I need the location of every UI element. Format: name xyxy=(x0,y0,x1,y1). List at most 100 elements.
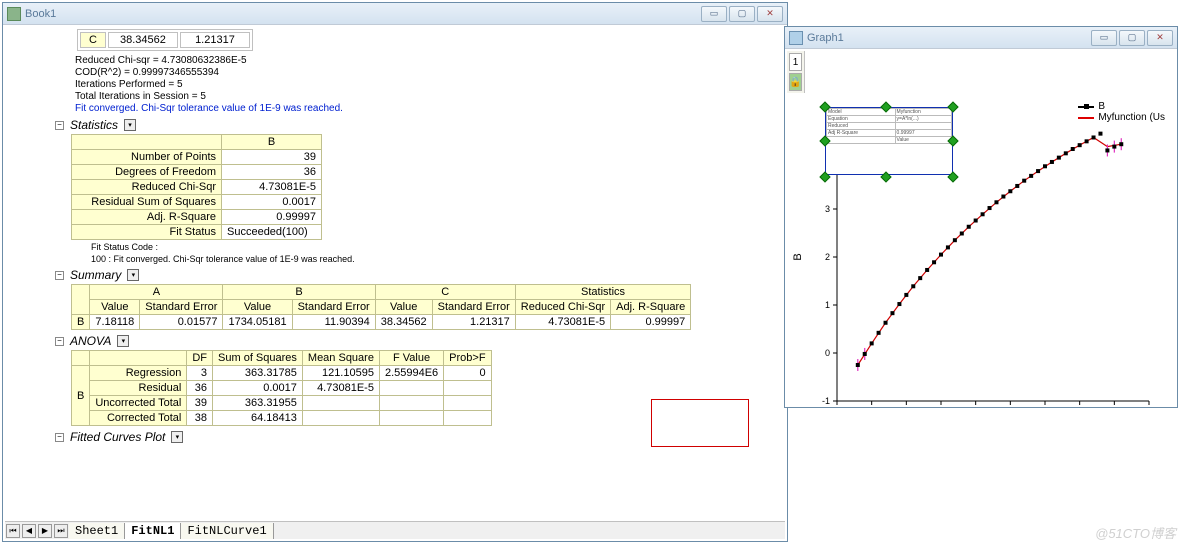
anova-rowlabel: Residual xyxy=(90,381,187,396)
minimize-button[interactable]: ▭ xyxy=(1091,30,1117,46)
graph-layer-tabs: 1 🔒 xyxy=(787,51,805,93)
anova-col: Prob>F xyxy=(444,351,491,366)
svg-text:-1: -1 xyxy=(822,396,830,406)
plot-area[interactable]: 250300350400450500550600650700-1012345tB… xyxy=(787,93,1175,405)
param-c-value: 38.34562 xyxy=(108,32,178,48)
close-button[interactable]: ✕ xyxy=(1147,30,1173,46)
statistics-title: Statistics xyxy=(70,118,118,132)
sum-col: Adj. R-Square xyxy=(611,300,691,315)
fitstatus-note2: 100 : Fit converged. Chi-Sqr tolerance v… xyxy=(91,254,783,264)
svg-text:0: 0 xyxy=(825,348,830,358)
stats-value: 0.99997 xyxy=(222,210,322,225)
tab-nav-first[interactable]: ⏮ xyxy=(6,524,20,538)
sum-val: 11.90394 xyxy=(292,315,375,330)
collapse-summary[interactable]: − xyxy=(55,271,64,280)
graph1-titlebar[interactable]: Graph1 ▭ ▢ ✕ xyxy=(785,27,1177,49)
anova-table: DF Sum of Squares Mean Square F Value Pr… xyxy=(71,350,492,426)
sheet-tabs: ⏮ ◀ ▶ ⏭ Sheet1 FitNL1 FitNLCurve1 xyxy=(5,521,785,539)
info-converged: Fit converged. Chi-Sqr tolerance value o… xyxy=(75,103,783,114)
stats-value: 36 xyxy=(222,165,322,180)
svg-text:3: 3 xyxy=(825,204,830,214)
sum-grp-a: A xyxy=(90,285,223,300)
book1-content: C 38.34562 1.21317 Reduced Chi-sqr = 4.7… xyxy=(5,27,785,521)
info-total-iter: Total Iterations in Session = 5 xyxy=(75,91,783,102)
sum-col: Value xyxy=(375,300,432,315)
tab-sheet1[interactable]: Sheet1 xyxy=(69,523,125,539)
stats-col-b: B xyxy=(222,135,322,150)
sum-val: 0.99997 xyxy=(611,315,691,330)
sum-col: Value xyxy=(90,300,140,315)
fitted-title: Fitted Curves Plot xyxy=(70,430,165,444)
info-iter: Iterations Performed = 5 xyxy=(75,79,783,90)
statistics-dropdown[interactable]: ▾ xyxy=(124,119,136,131)
svg-text:B: B xyxy=(792,253,804,260)
sum-val: 38.34562 xyxy=(375,315,432,330)
sum-col: Reduced Chi-Sqr xyxy=(515,300,610,315)
info-cod: COD(R^2) = 0.99997346555394 xyxy=(75,67,783,78)
anova-dropdown[interactable]: ▾ xyxy=(117,335,129,347)
anova-col: DF xyxy=(187,351,213,366)
param-c-error: 1.21317 xyxy=(180,32,250,48)
stats-row: Residual Sum of Squares xyxy=(72,195,222,210)
fitted-dropdown[interactable]: ▾ xyxy=(171,431,183,443)
sum-col: Standard Error xyxy=(140,300,223,315)
tab-nav-next[interactable]: ▶ xyxy=(38,524,52,538)
summary-table: A B C Statistics ValueStandard Error Val… xyxy=(71,284,691,330)
stats-value: 39 xyxy=(222,150,322,165)
stats-value: Succeeded(100) xyxy=(222,225,322,240)
sum-col: Value xyxy=(223,300,292,315)
anova-col: Sum of Squares xyxy=(213,351,303,366)
legend-swatch-b xyxy=(1078,106,1094,108)
anova-rowlabel: Uncorrected Total xyxy=(90,396,187,411)
tab-fitnl1[interactable]: FitNL1 xyxy=(125,523,181,539)
tab-fitnlcurve1[interactable]: FitNLCurve1 xyxy=(181,523,273,539)
fitstatus-note1: Fit Status Code : xyxy=(91,242,783,252)
param-c-label: C xyxy=(80,32,106,48)
stats-row: Degrees of Freedom xyxy=(72,165,222,180)
sum-grp-b: B xyxy=(223,285,375,300)
maximize-button[interactable]: ▢ xyxy=(1119,30,1145,46)
summary-dropdown[interactable]: ▾ xyxy=(127,269,139,281)
book1-window: Book1 ▭ ▢ ✕ C 38.34562 1.21317 Reduced C… xyxy=(2,2,788,542)
svg-text:2: 2 xyxy=(825,252,830,262)
maximize-button[interactable]: ▢ xyxy=(729,6,755,22)
lock-icon[interactable]: 🔒 xyxy=(789,73,802,91)
sum-grp-c: C xyxy=(375,285,515,300)
close-button[interactable]: ✕ xyxy=(757,6,783,22)
minimize-button[interactable]: ▭ xyxy=(701,6,727,22)
stats-row: Number of Points xyxy=(72,150,222,165)
legend-label-fit: Myfunction (Us xyxy=(1098,112,1165,123)
anova-col: Mean Square xyxy=(302,351,379,366)
layer-tab-1[interactable]: 1 xyxy=(789,53,802,71)
sum-rowlabel: B xyxy=(72,315,90,330)
anova-group: B xyxy=(72,366,90,426)
collapse-statistics[interactable]: − xyxy=(55,121,64,130)
sum-col: Standard Error xyxy=(432,300,515,315)
stats-value: 4.73081E-5 xyxy=(222,180,322,195)
sum-val: 4.73081E-5 xyxy=(515,315,610,330)
stats-row: Adj. R-Square xyxy=(72,210,222,225)
stats-row: Reduced Chi-Sqr xyxy=(72,180,222,195)
tab-nav-last[interactable]: ⏭ xyxy=(54,524,68,538)
summary-title: Summary xyxy=(70,268,121,282)
graph1-window: Graph1 ▭ ▢ ✕ 1 🔒 25030035040045050055060… xyxy=(784,26,1178,408)
collapse-fitted[interactable]: − xyxy=(55,433,64,442)
tab-nav-prev[interactable]: ◀ xyxy=(22,524,36,538)
book1-title: Book1 xyxy=(25,8,701,20)
sum-grp-stats: Statistics xyxy=(515,285,690,300)
sum-val: 0.01577 xyxy=(140,315,223,330)
anova-rowlabel: Corrected Total xyxy=(90,411,187,426)
workbook-icon xyxy=(7,7,21,21)
legend[interactable]: B Myfunction (Us xyxy=(1078,101,1165,123)
fit-info-inset[interactable]: ModelMyfunction Equationy=A*ln(...) Redu… xyxy=(825,107,953,175)
anova-title: ANOVA xyxy=(70,334,111,348)
legend-swatch-fit xyxy=(1078,117,1094,119)
anova-rowlabel: Regression xyxy=(90,366,187,381)
anova-col: F Value xyxy=(379,351,443,366)
sum-val: 7.18118 xyxy=(90,315,140,330)
stats-value: 0.0017 xyxy=(222,195,322,210)
book1-titlebar[interactable]: Book1 ▭ ▢ ✕ xyxy=(3,3,787,25)
collapse-anova[interactable]: − xyxy=(55,337,64,346)
sum-val: 1734.05181 xyxy=(223,315,292,330)
info-chisqr: Reduced Chi-sqr = 4.73080632386E-5 xyxy=(75,55,783,66)
